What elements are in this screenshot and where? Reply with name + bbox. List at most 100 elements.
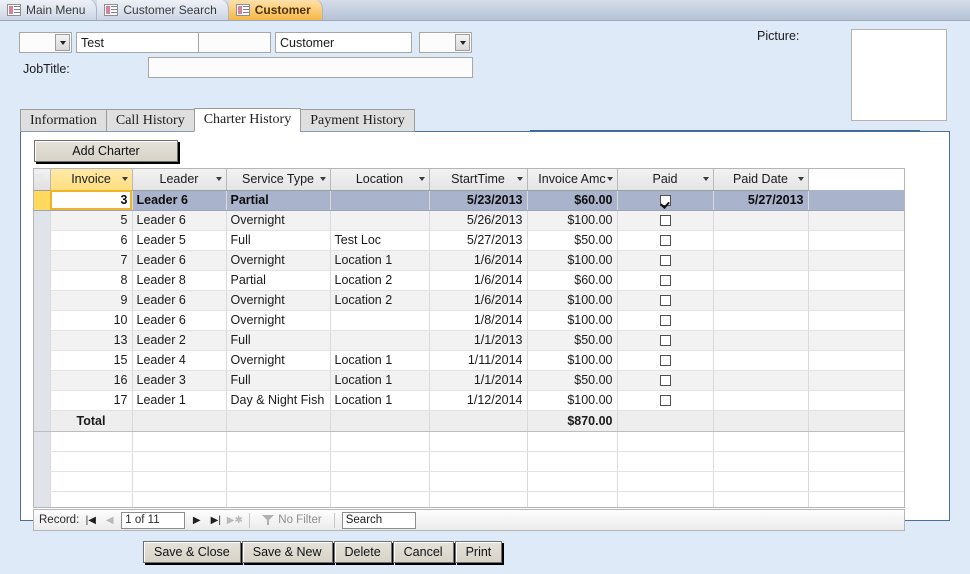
chevron-down-icon[interactable] <box>797 177 804 182</box>
cell-paid[interactable] <box>617 290 714 311</box>
chevron-down-icon[interactable] <box>418 177 425 182</box>
first-record-button[interactable]: |◀ <box>83 512 98 528</box>
first-name-field[interactable]: Test <box>76 32 209 53</box>
search-input[interactable]: Search <box>341 511 416 529</box>
cell-invoice[interactable]: 10 <box>50 310 133 331</box>
add-charter-button[interactable]: Add Charter <box>34 140 178 162</box>
cell-location[interactable]: Location 1 <box>330 370 430 391</box>
next-record-button[interactable]: ▶ <box>189 512 204 528</box>
row-selector[interactable] <box>34 210 51 231</box>
chevron-down-icon[interactable] <box>55 34 70 51</box>
cell-location[interactable]: Location 2 <box>330 290 430 311</box>
new-record-button[interactable]: ▶✱ <box>227 512 243 528</box>
cell-location[interactable]: Location 1 <box>330 390 430 411</box>
paid-checkbox[interactable] <box>659 235 671 247</box>
cell-location[interactable]: Test Loc <box>330 230 430 251</box>
cell-paid-date[interactable] <box>713 370 809 391</box>
cell-paid[interactable] <box>617 250 714 271</box>
cell-paid[interactable] <box>617 310 714 331</box>
row-selector[interactable] <box>34 270 51 291</box>
cell-starttime[interactable]: 1/11/2014 <box>429 350 528 371</box>
cell-invoice[interactable]: 6 <box>50 230 133 251</box>
cell-paid[interactable] <box>617 390 714 411</box>
paid-checkbox[interactable] <box>659 255 671 267</box>
cell-paid-date[interactable] <box>713 310 809 331</box>
cell-paid[interactable] <box>617 270 714 291</box>
cell-service-type[interactable]: Overnight <box>226 290 331 311</box>
cell-starttime[interactable]: 5/23/2013 <box>429 190 528 211</box>
cell-leader[interactable]: Leader 5 <box>132 230 227 251</box>
cell-invoice-amount[interactable]: $60.00 <box>527 270 618 291</box>
cell-invoice[interactable]: 7 <box>50 250 133 271</box>
row-selector[interactable] <box>34 390 51 411</box>
cell-starttime[interactable]: 5/26/2013 <box>429 210 528 231</box>
paid-checkbox[interactable] <box>659 355 671 367</box>
document-tab-main-menu[interactable]: Main Menu <box>0 0 98 20</box>
paid-checkbox[interactable] <box>659 375 671 387</box>
paid-checkbox[interactable] <box>659 295 671 307</box>
cell-paid-date[interactable] <box>713 250 809 271</box>
column-header-service-type[interactable]: Service Type <box>226 169 331 191</box>
cell-paid-date[interactable] <box>713 390 809 411</box>
cell-starttime[interactable]: 1/12/2014 <box>429 390 528 411</box>
chevron-down-icon[interactable] <box>121 177 128 182</box>
cell-paid-date[interactable] <box>713 290 809 311</box>
chevron-down-icon[interactable] <box>455 34 470 51</box>
previous-record-button[interactable]: ◀ <box>102 512 117 528</box>
cell-service-type[interactable]: Full <box>226 370 331 391</box>
cell-paid-date[interactable] <box>713 330 809 351</box>
cell-starttime[interactable]: 1/6/2014 <box>429 290 528 311</box>
paid-checkbox[interactable] <box>659 195 671 207</box>
cell-leader[interactable]: Leader 6 <box>132 250 227 271</box>
cancel-button[interactable]: Cancel <box>392 541 454 563</box>
cell-invoice-amount[interactable]: $100.00 <box>527 310 618 331</box>
paid-checkbox[interactable] <box>659 315 671 327</box>
last-name-field[interactable]: Customer <box>275 32 412 53</box>
cell-starttime[interactable]: 1/6/2014 <box>429 250 528 271</box>
cell-leader[interactable]: Leader 6 <box>132 210 227 231</box>
paid-checkbox[interactable] <box>659 215 671 227</box>
cell-invoice-amount[interactable]: $50.00 <box>527 370 618 391</box>
cell-paid-date[interactable]: 5/27/2013 <box>713 190 809 211</box>
cell-invoice[interactable]: 17 <box>50 390 133 411</box>
cell-paid-date[interactable] <box>713 210 809 231</box>
document-tab-customer[interactable]: Customer <box>228 0 323 20</box>
cell-starttime[interactable]: 1/1/2013 <box>429 330 528 351</box>
cell-service-type[interactable]: Partial <box>226 270 331 291</box>
cell-invoice[interactable]: 9 <box>50 290 133 311</box>
filter-status-button[interactable]: No Filter <box>257 514 326 526</box>
paid-checkbox[interactable] <box>659 335 671 347</box>
cell-invoice[interactable]: 15 <box>50 350 133 371</box>
cell-location[interactable] <box>330 190 430 211</box>
chevron-down-icon[interactable] <box>215 177 222 182</box>
cell-invoice-amount[interactable]: $100.00 <box>527 350 618 371</box>
suffix-combo[interactable] <box>419 32 472 53</box>
cell-starttime[interactable]: 1/8/2014 <box>429 310 528 331</box>
cell-service-type[interactable]: Overnight <box>226 350 331 371</box>
cell-starttime[interactable]: 1/1/2014 <box>429 370 528 391</box>
chevron-down-icon[interactable] <box>702 177 709 182</box>
delete-button[interactable]: Delete <box>333 541 392 563</box>
tab-charter-history[interactable]: Charter History <box>193 108 302 132</box>
cell-invoice-amount[interactable]: $100.00 <box>527 210 618 231</box>
row-selector[interactable] <box>34 370 51 391</box>
cell-service-type[interactable]: Full <box>226 230 331 251</box>
cell-service-type[interactable]: Day & Night Fish <box>226 390 331 411</box>
save-and-new-button[interactable]: Save & New <box>241 541 333 563</box>
cell-invoice[interactable]: 16 <box>50 370 133 391</box>
cell-location[interactable]: Location 1 <box>330 350 430 371</box>
cell-invoice[interactable]: 8 <box>50 270 133 291</box>
cell-invoice-amount[interactable]: $100.00 <box>527 290 618 311</box>
save-and-close-button[interactable]: Save & Close <box>143 541 241 563</box>
cell-paid[interactable] <box>617 230 714 251</box>
row-selector[interactable] <box>34 250 51 271</box>
cell-leader[interactable]: Leader 8 <box>132 270 227 291</box>
cell-paid[interactable] <box>617 190 714 211</box>
cell-location[interactable] <box>330 210 430 231</box>
cell-service-type[interactable]: Overnight <box>226 310 331 331</box>
select-all-corner[interactable] <box>34 169 51 191</box>
cell-location[interactable] <box>330 330 430 351</box>
tab-call-history[interactable]: Call History <box>105 109 195 132</box>
row-selector[interactable] <box>34 230 51 251</box>
cell-leader[interactable]: Leader 3 <box>132 370 227 391</box>
